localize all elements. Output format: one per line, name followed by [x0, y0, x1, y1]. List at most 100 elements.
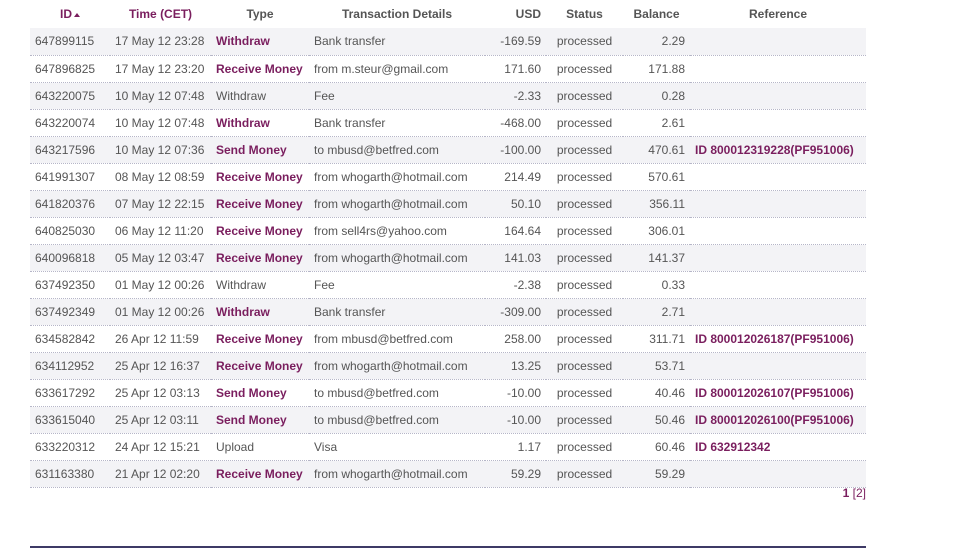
cell-balance: 50.46	[623, 406, 690, 434]
cell-details: Fee	[309, 271, 485, 299]
reference-link[interactable]: ID 800012026107(PF951006)	[695, 386, 854, 400]
cell-details: from m.steur@gmail.com	[309, 55, 485, 83]
type-link[interactable]: Receive Money	[216, 170, 303, 184]
column-header-id-label: ID	[60, 7, 72, 21]
cell-id: 641820376	[30, 190, 110, 218]
cell-id: 643217596	[30, 136, 110, 164]
cell-status: processed	[546, 406, 623, 434]
cell-balance: 2.29	[623, 28, 690, 56]
table-row: 637492350 01 May 12 00:26 Withdraw Fee -2.38…	[30, 271, 866, 299]
cell-reference: ID 800012026187(PF951006)	[690, 325, 866, 353]
type-link[interactable]: Receive Money	[216, 224, 303, 238]
pagination-next-page-link[interactable]: [2]	[853, 486, 866, 500]
cell-balance: 60.46	[623, 433, 690, 461]
cell-time: 24 Apr 12 15:21	[110, 433, 211, 461]
reference-link[interactable]: ID 800012026187(PF951006)	[695, 332, 854, 346]
transactions-body: 647899115 17 May 12 23:28 Withdraw Bank tra…	[30, 28, 866, 488]
cell-balance: 40.46	[623, 379, 690, 407]
reference-link[interactable]: ID 800012026100(PF951006)	[695, 413, 854, 427]
cell-type: Receive Money	[211, 55, 309, 83]
cell-type: Receive Money	[211, 460, 309, 488]
cell-status: processed	[546, 352, 623, 380]
transactions-panel: ID Time (CET) Type Transaction Details U…	[30, 0, 866, 488]
table-row: 640096818 05 May 12 03:47 Receive Money fro…	[30, 244, 866, 272]
cell-id: 634582842	[30, 325, 110, 353]
type-link[interactable]: Receive Money	[216, 332, 303, 346]
cell-details: Bank transfer	[309, 298, 485, 326]
pagination: 1 [2]	[843, 486, 866, 500]
cell-balance: 0.28	[623, 82, 690, 110]
cell-reference: ID 800012026107(PF951006)	[690, 379, 866, 407]
column-header-time[interactable]: Time (CET)	[110, 0, 211, 28]
cell-reference	[690, 55, 866, 83]
cell-balance: 470.61	[623, 136, 690, 164]
type-link[interactable]: Send Money	[216, 386, 287, 400]
cell-time: 07 May 12 22:15	[110, 190, 211, 218]
cell-status: processed	[546, 271, 623, 299]
cell-time: 25 Apr 12 03:11	[110, 406, 211, 434]
type-link[interactable]: Receive Money	[216, 251, 303, 265]
cell-reference	[690, 244, 866, 272]
cell-id: 637492350	[30, 271, 110, 299]
cell-id: 647896825	[30, 55, 110, 83]
cell-details: Fee	[309, 82, 485, 110]
cell-time: 01 May 12 00:26	[110, 271, 211, 299]
cell-balance: 141.37	[623, 244, 690, 272]
cell-status: processed	[546, 109, 623, 137]
pagination-current-page: 1	[842, 486, 850, 500]
table-row: 641820376 07 May 12 22:15 Receive Money fro…	[30, 190, 866, 218]
cell-reference	[690, 271, 866, 299]
column-header-id[interactable]: ID	[30, 0, 110, 28]
type-link[interactable]: Send Money	[216, 143, 287, 157]
column-header-type: Type	[246, 7, 274, 21]
type-label: Upload	[216, 439, 255, 454]
cell-reference	[690, 460, 866, 488]
cell-balance: 0.33	[623, 271, 690, 299]
type-link[interactable]: Withdraw	[216, 34, 270, 48]
cell-id: 631163380	[30, 460, 110, 488]
cell-type: Receive Money	[211, 163, 309, 191]
cell-usd: 164.64	[485, 217, 546, 245]
cell-time: 17 May 12 23:28	[110, 28, 211, 56]
table-row: 634582842 26 Apr 12 11:59 Receive Money fro…	[30, 325, 866, 353]
type-link[interactable]: Receive Money	[216, 467, 303, 481]
reference-link[interactable]: ID 632912342	[695, 440, 770, 454]
type-link[interactable]: Receive Money	[216, 197, 303, 211]
cell-reference	[690, 163, 866, 191]
cell-type: Send Money	[211, 379, 309, 407]
cell-status: processed	[546, 82, 623, 110]
type-link[interactable]: Withdraw	[216, 116, 270, 130]
cell-reference: ID 632912342	[690, 433, 866, 461]
cell-status: processed	[546, 433, 623, 461]
type-link[interactable]: Withdraw	[216, 305, 270, 319]
type-label: Withdraw	[216, 277, 267, 292]
type-link[interactable]: Receive Money	[216, 359, 303, 373]
cell-status: processed	[546, 190, 623, 218]
cell-usd: -2.38	[485, 271, 546, 299]
cell-type: Withdraw	[211, 82, 309, 110]
table-row: 640825030 06 May 12 11:20 Receive Money fro…	[30, 217, 866, 245]
table-row: 647899115 17 May 12 23:28 Withdraw Bank tra…	[30, 28, 866, 56]
cell-details: from mbusd@betfred.com	[309, 325, 485, 353]
cell-type: Receive Money	[211, 190, 309, 218]
column-header-time-label: Time (CET)	[128, 7, 193, 21]
cell-id: 633220312	[30, 433, 110, 461]
type-link[interactable]: Receive Money	[216, 62, 303, 76]
column-header-reference: Reference	[748, 7, 808, 21]
cell-time: 26 Apr 12 11:59	[110, 325, 211, 353]
cell-id: 643220074	[30, 109, 110, 137]
cell-id: 640825030	[30, 217, 110, 245]
cell-usd: 141.03	[485, 244, 546, 272]
cell-balance: 2.71	[623, 298, 690, 326]
cell-details: from sell4rs@yahoo.com	[309, 217, 485, 245]
cell-id: 637492349	[30, 298, 110, 326]
cell-details: Visa	[309, 433, 485, 461]
cell-balance: 53.71	[623, 352, 690, 380]
cell-type: Withdraw	[211, 28, 309, 56]
column-header-usd: USD	[515, 7, 541, 21]
cell-balance: 306.01	[623, 217, 690, 245]
cell-reference	[690, 109, 866, 137]
cell-usd: 1.17	[485, 433, 546, 461]
reference-link[interactable]: ID 800012319228(PF951006)	[695, 143, 854, 157]
type-link[interactable]: Send Money	[216, 413, 287, 427]
